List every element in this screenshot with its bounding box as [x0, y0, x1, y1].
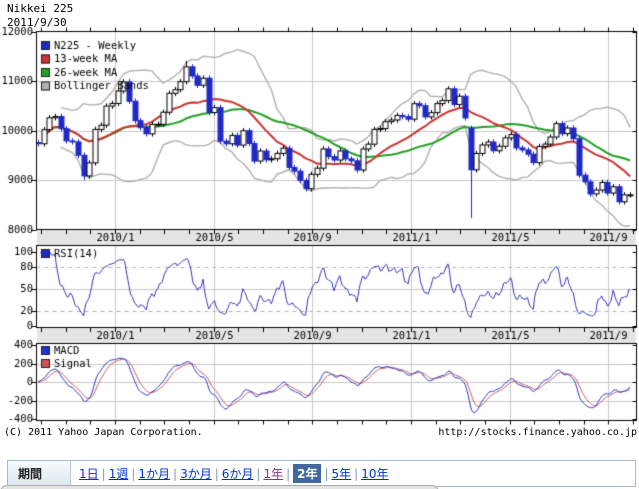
period-separator: | [256, 467, 260, 481]
period-options: 1日|1週|1か月|3か月|6か月|1年|2年|5年|10年 [71, 461, 389, 486]
period-label-cell: 期間 [8, 461, 71, 486]
period-separator: | [173, 467, 177, 481]
period-option-6か月[interactable]: 6か月 [222, 465, 254, 482]
period-option-1週[interactable]: 1週 [109, 465, 129, 482]
period-label: 期間 [8, 465, 42, 482]
period-bar: 期間 1日|1週|1か月|3か月|6か月|1年|2年|5年|10年 [7, 460, 636, 487]
next-panel-tab [0, 485, 439, 489]
nikkei-chart-canvas [0, 0, 639, 426]
period-separator: | [215, 467, 219, 481]
period-option-3か月[interactable]: 3か月 [180, 465, 212, 482]
period-option-1日[interactable]: 1日 [79, 465, 99, 482]
period-option-10年[interactable]: 10年 [361, 465, 388, 482]
period-option-1か月[interactable]: 1か月 [138, 465, 170, 482]
period-separator: | [354, 467, 358, 481]
period-separator: | [286, 467, 290, 481]
period-option-1年[interactable]: 1年 [263, 465, 283, 482]
copyright-text: (C) 2011 Yahoo Japan Corporation. [4, 427, 203, 439]
period-separator: | [324, 467, 328, 481]
source-url-text: http://stocks.finance.yahoo.co.jp [438, 427, 637, 439]
period-option-5年[interactable]: 5年 [332, 465, 352, 482]
period-option-2年[interactable]: 2年 [293, 464, 321, 483]
nikkei-chart-page: Nikkei 225 2011/9/30 (C) 2011 Yahoo Japa… [0, 0, 639, 489]
period-separator: | [102, 467, 106, 481]
period-separator: | [131, 467, 135, 481]
